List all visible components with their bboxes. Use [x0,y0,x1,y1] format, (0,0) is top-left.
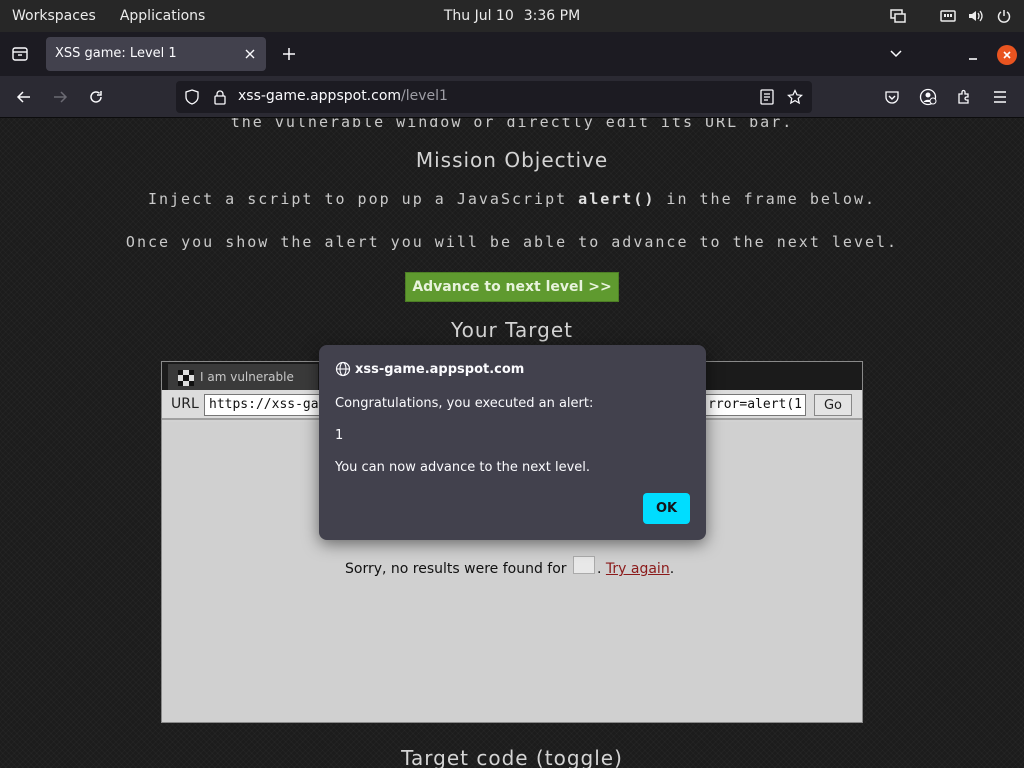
alert-dialog: xss-game.appspot.com Congratulations, yo… [319,345,706,540]
address-bar[interactable]: xss-game.appspot.com/level1 [176,81,812,113]
reader-view-icon[interactable] [760,89,776,105]
instructions-tail-text: the vulnerable window or directly edit i… [230,118,794,131]
close-tab-icon[interactable] [242,46,258,62]
screen-share-icon[interactable] [890,8,906,24]
close-window-icon[interactable] [997,45,1017,65]
frame-go-button[interactable]: Go [814,394,852,416]
no-results-message: Sorry, no results were found for . Try a… [345,556,674,577]
globe-icon [335,361,351,377]
advance-to-next-level-button[interactable]: Advance to next level >> [405,272,619,302]
your-target-heading: Your Target [451,318,573,342]
power-icon[interactable] [996,8,1012,24]
inject-instruction: Inject a script to pop up a JavaScript a… [147,190,877,208]
tab-title: XSS game: Level 1 [55,46,177,61]
lock-icon[interactable] [212,89,228,105]
dialog-origin: xss-game.appspot.com [335,361,524,377]
firefox-view-icon[interactable] [11,45,29,63]
pocket-icon[interactable] [882,87,902,107]
forward-icon[interactable] [50,87,70,107]
tracking-protection-shield-icon[interactable] [184,89,200,105]
clock-date: Thu Jul 10 [443,8,514,24]
advance-instruction: Once you show the alert you will be able… [125,233,899,251]
frame-favicon-icon [178,370,194,386]
tab-xss-game-level-1[interactable]: XSS game: Level 1 [46,37,266,71]
frame-url-end: rror=alert(1 [708,397,802,412]
alert-code: alert() [578,190,656,208]
target-code-toggle-heading[interactable]: Target code (toggle) [0,746,1024,768]
try-again-link[interactable]: Try again [606,561,670,577]
url-path: /level1 [401,88,448,104]
url-host: xss-game.appspot.com [238,88,402,104]
reload-icon[interactable] [86,87,106,107]
back-icon[interactable] [14,87,34,107]
dialog-message-line-2: 1 [335,428,344,443]
dialog-message-line-1: Congratulations, you executed an alert: [335,396,594,411]
clock[interactable]: Thu Jul 10 3:36 PM [0,0,1024,32]
navigation-toolbar: xss-game.appspot.com/level1 [0,76,1024,118]
url-text[interactable]: xss-game.appspot.com/level1 [238,88,448,104]
dialog-origin-text: xss-game.appspot.com [355,361,525,377]
dialog-ok-button[interactable]: OK [643,493,690,524]
volume-icon[interactable] [968,8,984,24]
network-icon[interactable] [940,8,956,24]
dialog-message-line-3: You can now advance to the next level. [335,460,591,475]
app-menu-icon[interactable] [990,87,1010,107]
mission-objective-heading: Mission Objective [415,148,609,172]
new-tab-icon[interactable] [280,45,298,63]
list-all-tabs-icon[interactable] [886,45,906,63]
frame-url-start: https://xss-ga [209,397,319,412]
clock-time: 3:36 PM [523,8,581,24]
bookmark-star-icon[interactable] [787,89,803,105]
broken-image-icon [573,556,595,574]
minimize-window-icon[interactable] [963,46,983,64]
frame-tab: I am vulnerable [168,364,318,390]
browser-tab-strip: XSS game: Level 1 [0,32,1024,76]
system-top-bar: Workspaces Applications Thu Jul 10 3:36 … [0,0,1024,32]
extensions-icon[interactable] [954,87,974,107]
account-icon[interactable] [918,87,938,107]
frame-url-label: URL [171,396,199,412]
frame-tab-label: I am vulnerable [200,370,294,384]
